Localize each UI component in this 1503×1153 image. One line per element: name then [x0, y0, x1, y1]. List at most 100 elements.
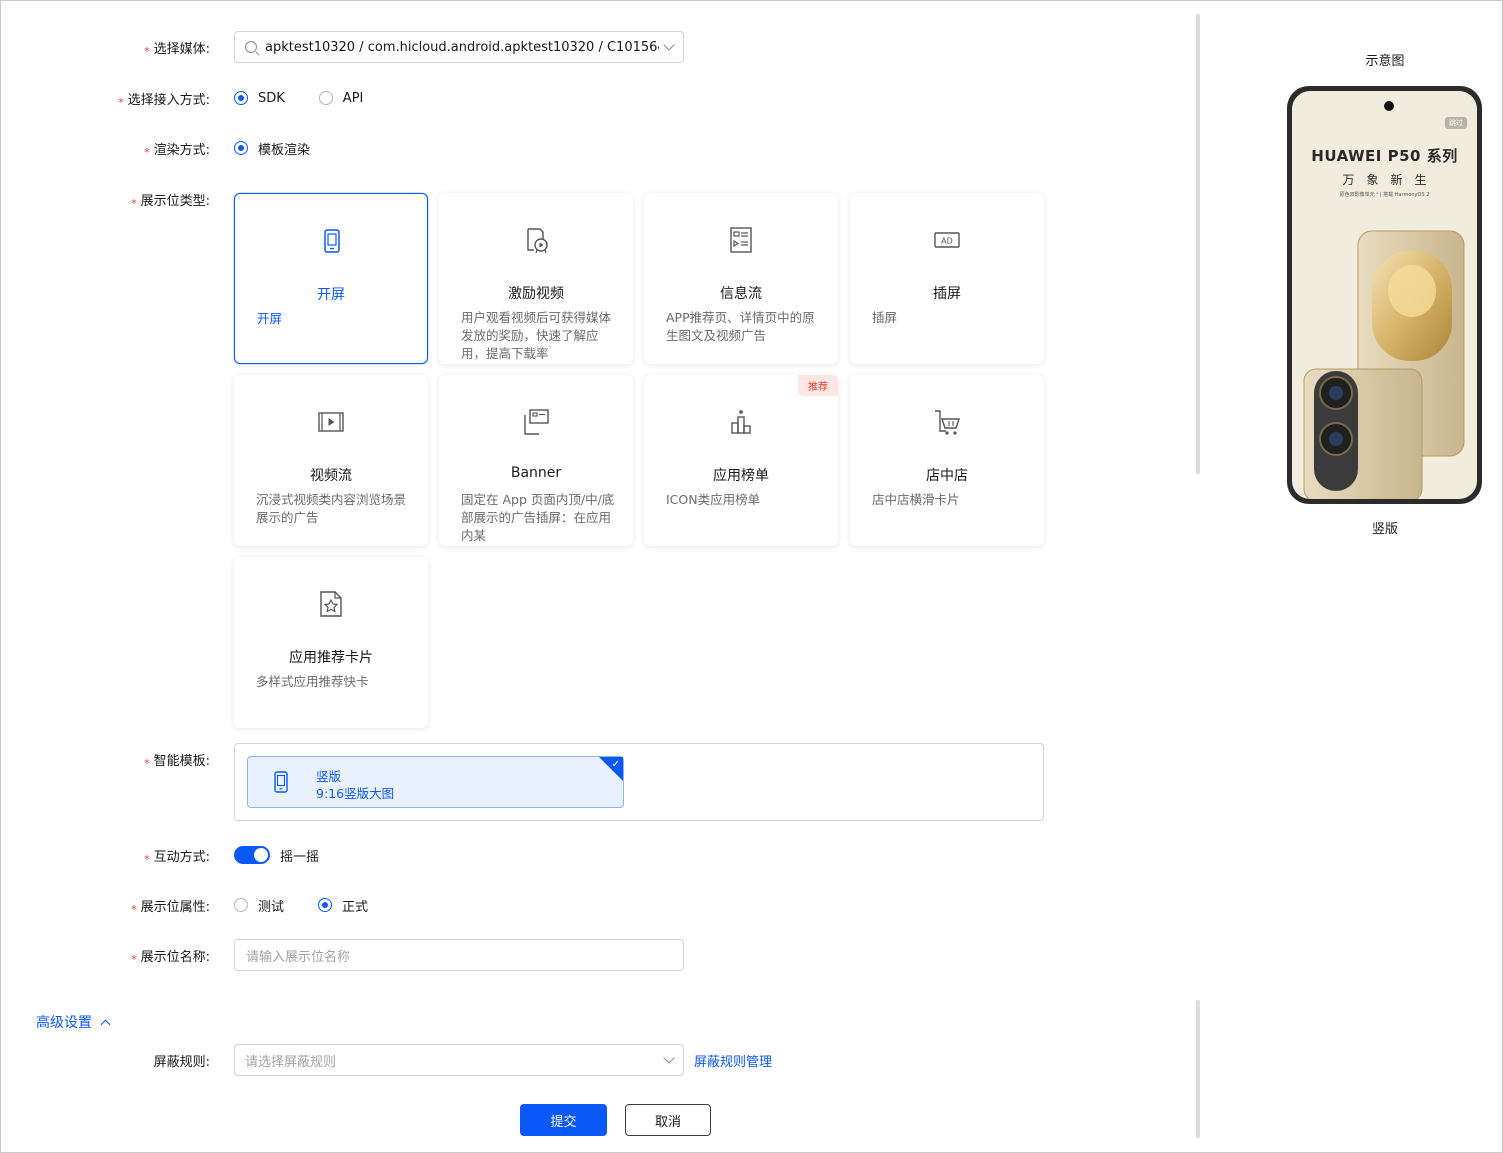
placement-type-label: * 展示位类型:	[0, 190, 210, 210]
access-radio-api[interactable]: API	[318, 91, 363, 106]
type-card-interstitial[interactable]: AD 插屏 插屏	[850, 193, 1044, 364]
camera-hole	[1384, 101, 1394, 111]
interaction-row: * 互动方式: 摇一摇	[0, 845, 1100, 866]
recommend-badge: 推荐	[798, 375, 838, 396]
property-label: * 展示位属性:	[0, 896, 210, 916]
radio-dot[interactable]	[318, 91, 333, 105]
access-option-sdk: SDK	[258, 90, 285, 106]
radio-dot[interactable]	[318, 898, 333, 912]
store-icon	[935, 410, 960, 435]
property-radio-group: 测试 正式	[234, 896, 402, 915]
ad-subtitle: 原色双影像单元 ¹ | 搭载 HarmonyOS 2	[1339, 192, 1430, 198]
access-row: * 选择接入方式: SDK API	[0, 88, 1100, 109]
block-rule-select[interactable]: 请选择屏蔽规则	[234, 1044, 684, 1076]
smart-template-label: * 智能模板:	[0, 750, 210, 770]
feed-icon	[730, 227, 752, 253]
type-card-title: 应用榜单	[713, 468, 769, 484]
ad-slogan: 万象新生	[1342, 173, 1439, 187]
type-card-title: 插屏	[933, 286, 961, 302]
type-card-title: 应用推荐卡片	[289, 650, 373, 666]
advanced-settings-toggle[interactable]: 高级设置	[36, 1012, 111, 1032]
block-rule-row: 屏蔽规则: 请选择屏蔽规则 屏蔽规则管理	[0, 1044, 1100, 1076]
smart-template-label-text: 智能模板:	[153, 753, 210, 769]
phone-preview: 跳过 HUAWEI P50 系列 万象新生 原色双影像单元 ¹ | 搭载 Har…	[1287, 86, 1482, 504]
type-card-desc: 用户观看视频后可获得媒体发放的奖励，快速了解应用，提高下载率	[461, 310, 612, 361]
name-row: * 展示位名称: 请输入展示位名称	[0, 939, 1100, 971]
type-card-title: 店中店	[926, 468, 968, 484]
type-card-app-ranking[interactable]: 推荐 应用榜单 ICON类应用榜单	[644, 375, 838, 546]
scrollbar-thumb-lower[interactable]	[1196, 1000, 1200, 1138]
phone-icon	[324, 229, 340, 253]
type-card-app-recommend[interactable]: 应用推荐卡片 多样式应用推荐快卡	[234, 557, 428, 728]
radio-dot[interactable]	[234, 141, 248, 155]
type-card-title: 激励视频	[508, 286, 564, 302]
media-label-text: 选择媒体:	[153, 41, 210, 57]
interaction-label: * 互动方式:	[0, 846, 210, 866]
template-option-vertical[interactable]: 竖版 9:16竖版大图 ✓	[247, 756, 624, 808]
type-card-title: 信息流	[720, 286, 762, 302]
type-card-title: 视频流	[310, 468, 352, 484]
type-card-title: Banner	[510, 465, 562, 481]
access-radio-sdk[interactable]: SDK	[234, 91, 285, 106]
radio-dot[interactable]	[234, 91, 248, 105]
required-mark: *	[144, 44, 150, 58]
required-mark: *	[144, 756, 150, 770]
type-card-splash[interactable]: 开屏 开屏	[234, 193, 428, 364]
chevron-up-icon	[100, 1019, 111, 1029]
type-card-desc: 沉浸式视频类内容浏览场景展示的广告	[256, 492, 407, 525]
shake-toggle[interactable]	[234, 846, 270, 864]
type-card-reward-video[interactable]: 激励视频 用户观看视频后可获得媒体发放的奖励，快速了解应用，提高下载率	[439, 193, 633, 364]
ranking-icon	[731, 410, 751, 434]
template-option-desc: 9:16竖版大图	[316, 786, 395, 801]
block-rule-manage-link[interactable]: 屏蔽规则管理	[694, 1051, 772, 1070]
search-icon	[245, 41, 257, 53]
render-row: * 渲染方式: 模板渲染	[0, 138, 1100, 159]
video-stream-icon	[318, 412, 344, 432]
required-mark: *	[144, 852, 150, 866]
render-label-text: 渲染方式:	[153, 142, 210, 158]
render-radio-group: 模板渲染	[234, 139, 344, 158]
product-image	[1303, 230, 1465, 499]
preview-caption: 竖版	[1371, 522, 1398, 537]
skip-button: 跳过	[1445, 117, 1467, 129]
render-label: * 渲染方式:	[0, 139, 210, 159]
svg-text:AD: AD	[941, 237, 953, 246]
cancel-button[interactable]: 取消	[625, 1104, 711, 1136]
star-card-icon	[320, 591, 342, 617]
media-label: * 选择媒体:	[0, 38, 210, 58]
type-card-feed[interactable]: 信息流 APP推荐页、详情页中的原生图文及视频广告	[644, 193, 838, 364]
advanced-settings-label: 高级设置	[36, 1015, 92, 1031]
radio-dot[interactable]	[234, 898, 248, 912]
banner-icon	[524, 409, 549, 435]
required-mark: *	[131, 902, 137, 916]
property-row: * 展示位属性: 测试 正式	[0, 895, 1100, 916]
required-mark: *	[118, 95, 124, 109]
render-option-template: 模板渲染	[258, 142, 311, 158]
ad-brand: HUAWEI P50 系列	[1311, 147, 1458, 165]
render-radio-template[interactable]: 模板渲染	[234, 139, 310, 158]
chevron-down-icon	[663, 39, 675, 51]
submit-button[interactable]: 提交	[520, 1104, 607, 1136]
property-label-text: 展示位属性:	[140, 899, 210, 915]
name-label-text: 展示位名称:	[140, 949, 210, 965]
property-radio-prod[interactable]: 正式	[318, 896, 368, 915]
type-card-desc: 店中店横滑卡片	[872, 492, 960, 507]
type-card-banner[interactable]: Banner 固定在 App 页面内顶/中/底部展示的广告插屏：在应用内某	[439, 375, 633, 546]
interaction-control: 摇一摇	[234, 846, 319, 865]
type-card-video-stream[interactable]: 视频流 沉浸式视频类内容浏览场景展示的广告	[234, 375, 428, 546]
property-radio-test[interactable]: 测试	[234, 896, 284, 915]
media-row: * 选择媒体: apktest10320 / com.hicloud.androi…	[0, 31, 1100, 63]
type-card-desc: 多样式应用推荐快卡	[256, 674, 369, 689]
phone-icon	[274, 771, 288, 793]
media-select[interactable]: apktest10320 / com.hicloud.android.apkte…	[234, 31, 684, 63]
access-label: * 选择接入方式:	[0, 89, 210, 109]
type-card-store[interactable]: 店中店 店中店横滑卡片	[850, 375, 1044, 546]
interaction-value: 摇一摇	[280, 849, 320, 865]
media-select-value: apktest10320 / com.hicloud.android.apkte…	[265, 39, 659, 55]
scrollbar-thumb[interactable]	[1196, 14, 1200, 474]
placement-name-input[interactable]: 请输入展示位名称	[234, 939, 684, 971]
type-card-desc: 开屏	[257, 311, 283, 326]
name-label: * 展示位名称:	[0, 946, 210, 966]
check-icon: ✓	[611, 759, 620, 770]
required-mark: *	[131, 196, 137, 210]
